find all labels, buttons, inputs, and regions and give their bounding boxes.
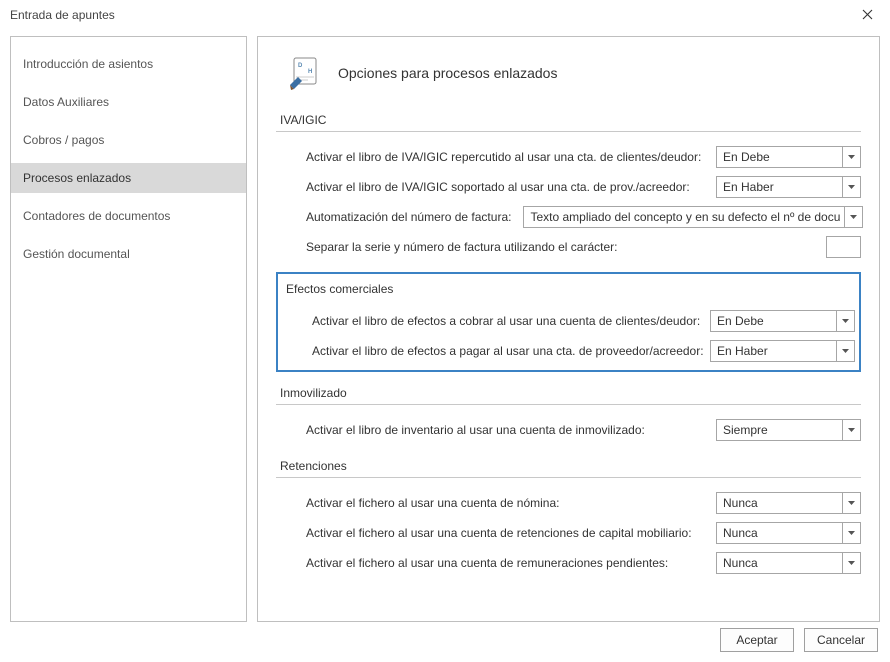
titlebar: Entrada de apuntes [0,0,890,30]
accept-button[interactable]: Aceptar [720,628,794,652]
section-header-retenciones: Retenciones [276,455,861,478]
section-header-iva: IVA/IGIC [276,109,861,132]
section-efectos-comerciales: Efectos comerciales Activar el libro de … [276,272,861,372]
label-separar-serie: Separar la serie y número de factura uti… [306,240,618,254]
chevron-down-icon [842,522,860,544]
sidebar-item-datos-auxiliares[interactable]: Datos Auxiliares [11,87,246,117]
cancel-button[interactable]: Cancelar [804,628,878,652]
page-title: Opciones para procesos enlazados [338,65,557,81]
label-efectos-cobrar: Activar el libro de efectos a cobrar al … [312,314,700,328]
label-inventario: Activar el libro de inventario al usar u… [306,423,645,437]
close-icon [862,7,873,24]
chevron-down-icon [836,310,854,332]
label-iva-repercutido: Activar el libro de IVA/IGIC repercutido… [306,150,701,164]
section-header-efectos: Efectos comerciales [282,282,855,300]
select-value: En Debe [723,150,792,164]
sidebar-item-introduccion[interactable]: Introducción de asientos [11,49,246,79]
select-value: En Debe [717,314,786,328]
select-efectos-cobrar[interactable]: En Debe [710,310,855,332]
svg-text:H: H [308,69,312,75]
window-title: Entrada de apuntes [10,8,115,22]
select-efectos-pagar[interactable]: En Haber [710,340,855,362]
main-panel: D H Opciones para procesos enlazados IVA… [257,36,880,622]
select-value: Nunca [723,526,780,540]
section-header-inmovilizado: Inmovilizado [276,382,861,405]
chevron-down-icon [842,492,860,514]
label-iva-soportado: Activar el libro de IVA/IGIC soportado a… [306,180,690,194]
select-iva-repercutido[interactable]: En Debe [716,146,861,168]
chevron-down-icon [842,176,860,198]
select-ret-nomina[interactable]: Nunca [716,492,861,514]
select-iva-soportado[interactable]: En Haber [716,176,861,198]
sidebar-item-procesos-enlazados[interactable]: Procesos enlazados [11,163,246,193]
select-value: Texto ampliado del concepto y en su defe… [530,210,862,224]
select-ret-remuneraciones[interactable]: Nunca [716,552,861,574]
sidebar: Introducción de asientos Datos Auxiliare… [10,36,247,622]
chevron-down-icon [842,146,860,168]
chevron-down-icon [842,552,860,574]
chevron-down-icon [844,206,862,228]
close-button[interactable] [845,0,890,30]
label-ret-remuneraciones: Activar el fichero al usar una cuenta de… [306,556,668,570]
select-value: En Haber [723,180,796,194]
select-value: Siempre [723,423,790,437]
sidebar-item-gestion-documental[interactable]: Gestión documental [11,239,246,269]
label-auto-factura: Automatización del número de factura: [306,210,511,224]
select-value: Nunca [723,556,780,570]
page-icon: D H [288,55,324,91]
sidebar-item-contadores-documentos[interactable]: Contadores de documentos [11,201,246,231]
chevron-down-icon [842,419,860,441]
select-inventario[interactable]: Siempre [716,419,861,441]
label-efectos-pagar: Activar el libro de efectos a pagar al u… [312,344,704,358]
label-ret-capital: Activar el fichero al usar una cuenta de… [306,526,692,540]
svg-text:D: D [298,63,303,69]
select-value: Nunca [723,496,780,510]
select-auto-factura[interactable]: Texto ampliado del concepto y en su defe… [523,206,863,228]
sidebar-item-cobros-pagos[interactable]: Cobros / pagos [11,125,246,155]
input-separador-caracter[interactable] [826,236,861,258]
select-value: En Haber [717,344,790,358]
select-ret-capital[interactable]: Nunca [716,522,861,544]
label-ret-nomina: Activar el fichero al usar una cuenta de… [306,496,559,510]
chevron-down-icon [836,340,854,362]
